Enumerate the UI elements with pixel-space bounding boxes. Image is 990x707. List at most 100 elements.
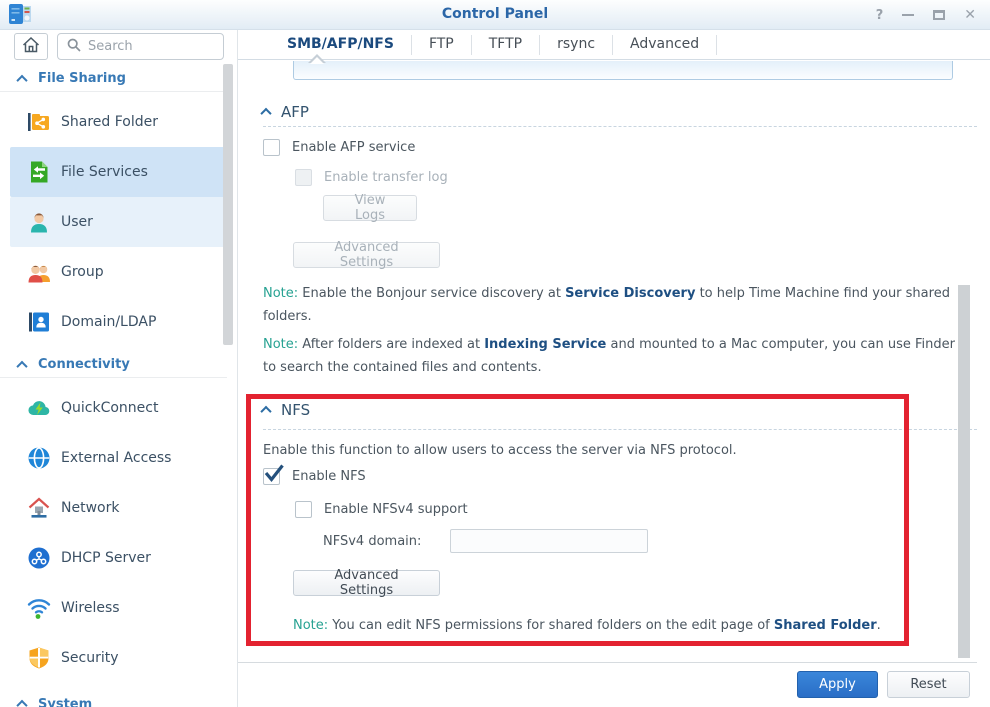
service-discovery-link[interactable]: Service Discovery [565,286,695,301]
chevron-up-icon [16,74,27,85]
window-title: Control Panel [0,0,990,29]
sidebar-item-group[interactable]: Group [10,247,227,297]
sidebar-section-label: System [38,697,92,707]
afp-heading: AFP [281,103,309,121]
nfs-advanced-settings-button[interactable]: Advanced Settings [293,570,440,596]
control-panel-window: Control Panel ? ✕ SMB/AFP/NFS [0,0,990,707]
external-access-icon [26,445,52,471]
tab-rsync[interactable]: rsync [540,30,612,59]
tab-smb-afp-nfs[interactable]: SMB/AFP/NFS [270,30,411,59]
tab-separator [716,35,717,55]
sidebar-item-external-access[interactable]: External Access [10,433,227,483]
nfs-heading: NFS [281,401,310,419]
section-divider [263,126,977,127]
sidebar-item-label: Group [61,264,104,280]
tab-ftp[interactable]: FTP [412,30,471,59]
afp-section-header[interactable]: AFP [262,103,309,121]
nfsv4-domain-row: NFSv4 domain: [323,529,648,553]
sidebar-section-connectivity[interactable]: Connectivity [0,352,227,378]
search-box[interactable] [57,33,224,60]
chevron-up-icon [16,700,27,707]
sidebar-item-wireless[interactable]: Wireless [10,583,227,633]
section-divider [263,429,977,430]
sidebar-item-security[interactable]: Security [10,633,227,683]
quickconnect-icon [26,395,52,421]
maximize-icon[interactable] [933,10,945,20]
minimize-icon[interactable] [902,14,914,16]
sidebar-section-label: File Sharing [38,71,126,86]
checkbox-label: Enable AFP service [292,139,415,156]
checkbox-label: Enable transfer log [324,169,448,186]
nfsv4-domain-label: NFSv4 domain: [323,534,450,549]
enable-afp-service-row: Enable AFP service [263,139,415,156]
nfs-highlight-box [246,394,909,646]
sidebar-item-user[interactable]: User [10,197,227,247]
file-services-icon [26,159,52,185]
enable-nfs-checkbox[interactable] [263,468,280,485]
note-text: . [877,618,881,633]
home-icon [21,35,41,59]
afp-advanced-settings-button: Advanced Settings [293,242,440,268]
sidebar-item-label: Wireless [61,600,120,616]
active-tab-notch [310,57,324,64]
sidebar-item-network[interactable]: Network [10,483,227,533]
note-label: Note: [293,618,328,633]
nfs-note: Note: You can edit NFS permissions for s… [293,614,933,637]
apply-button[interactable]: Apply [797,671,878,698]
reset-button[interactable]: Reset [887,671,970,698]
nfs-section-header[interactable]: NFS [262,401,310,419]
wireless-icon [26,595,52,621]
sidebar-item-label: Shared Folder [61,114,158,130]
chevron-up-icon [16,360,27,371]
afp-note-indexing: Note: After folders are indexed at Index… [263,333,955,379]
sidebar-item-label: Network [61,500,119,516]
tab-advanced[interactable]: Advanced [613,30,716,59]
sidebar-item-label: File Services [61,164,148,180]
sidebar-item-label: External Access [61,450,171,466]
window-controls: ? ✕ [876,0,976,30]
titlebar: Control Panel ? ✕ [0,0,990,30]
domain-ldap-icon [26,309,52,335]
sidebar-item-file-services[interactable]: File Services [10,147,227,197]
sidebar: File Sharing Shared Folder [0,66,237,707]
sidebar-item-shared-folder[interactable]: Shared Folder [10,97,227,147]
checkbox-label: Enable NFSv4 support [324,501,468,518]
enable-transfer-log-checkbox [295,169,312,186]
sidebar-item-label: Security [61,650,119,666]
close-icon[interactable]: ✕ [964,8,976,22]
note-label: Note: [263,286,298,301]
enable-transfer-log-row: Enable transfer log [295,169,448,186]
sidebar-section-system[interactable]: System [0,691,227,707]
tab-bar: SMB/AFP/NFS FTP TFTP rsync Advanced [238,30,990,60]
sidebar-item-label: QuickConnect [61,400,158,416]
sidebar-scrollbar-thumb[interactable] [223,64,233,345]
shared-folder-icon [26,109,52,135]
sidebar-item-quickconnect[interactable]: QuickConnect [10,383,227,433]
sidebar-item-label: Domain/LDAP [61,314,156,330]
sidebar-divider [237,30,238,707]
help-icon[interactable]: ? [876,9,884,22]
sidebar-section-file-sharing[interactable]: File Sharing [0,66,227,92]
sidebar-section-label: Connectivity [38,357,130,372]
sidebar-item-dhcp-server[interactable]: DHCP Server [10,533,227,583]
enable-nfsv4-row: Enable NFSv4 support [295,501,468,518]
note-text: Enable the Bonjour service discovery at [298,286,565,301]
sidebar-item-domain-ldap[interactable]: Domain/LDAP [10,297,227,347]
nfsv4-domain-input[interactable] [450,529,648,553]
footer-divider [238,662,977,663]
indexing-service-link[interactable]: Indexing Service [484,337,606,352]
group-icon [26,259,52,285]
tab-tftp[interactable]: TFTP [472,30,539,59]
content-scrollbar-thumb[interactable] [958,285,970,658]
enable-nfsv4-checkbox[interactable] [295,501,312,518]
sidebar-item-label: DHCP Server [61,550,151,566]
search-input[interactable] [88,39,203,54]
clipped-text-field[interactable] [293,61,953,80]
shared-folder-link[interactable]: Shared Folder [774,618,877,633]
sidebar-item-label: User [61,214,93,230]
nfs-description: Enable this function to allow users to a… [263,443,737,458]
note-text: You can edit NFS permissions for shared … [328,618,774,633]
note-label: Note: [263,337,298,352]
enable-afp-service-checkbox[interactable] [263,139,280,156]
home-button[interactable] [14,33,48,60]
